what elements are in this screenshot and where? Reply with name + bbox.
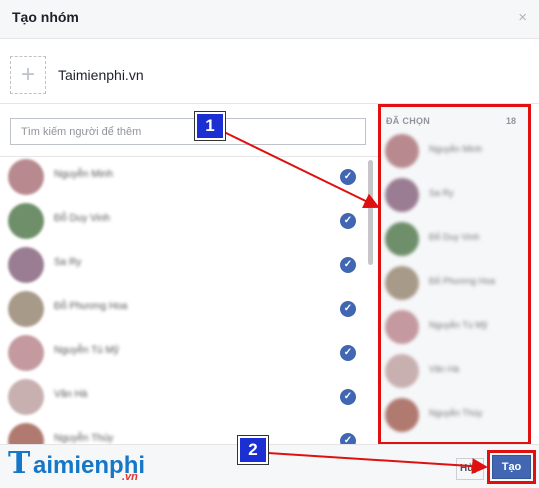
callout-2: 2 (238, 436, 268, 464)
plus-icon: + (20, 61, 35, 88)
people-list-item[interactable]: Đỗ Phương Hoa ✓ (0, 287, 370, 331)
avatar (8, 335, 44, 371)
avatar (8, 203, 44, 239)
people-list-item[interactable]: Văn Hà ✓ (0, 375, 370, 419)
people-list-item[interactable]: Nguyễn Tú Mỹ ✓ (0, 331, 370, 375)
person-name: Đỗ Duy Vinh (54, 213, 110, 224)
people-list-item[interactable]: Đỗ Duy Vinh ✓ (0, 199, 370, 243)
checkmark-icon[interactable]: ✓ (340, 345, 356, 361)
cancel-button[interactable]: Hủy (456, 458, 484, 480)
person-name: Đỗ Phương Hoa (54, 301, 128, 312)
person-name: Nguyễn Minh (54, 169, 113, 180)
person-name: Sa Ry (54, 257, 82, 268)
avatar (8, 379, 44, 415)
group-photo-button[interactable]: + (10, 56, 46, 94)
avatar (8, 291, 44, 327)
checkmark-icon[interactable]: ✓ (340, 257, 356, 273)
person-name: Văn Hà (54, 389, 88, 400)
checkmark-icon[interactable]: ✓ (340, 169, 356, 185)
logo-suffix: .vn (122, 471, 138, 483)
checkmark-icon[interactable]: ✓ (340, 301, 356, 317)
create-button-highlight (487, 450, 536, 484)
people-list-scrollbar[interactable] (368, 160, 373, 265)
checkmark-icon[interactable]: ✓ (340, 213, 356, 229)
person-name: Nguyễn Tú Mỹ (54, 345, 119, 356)
checkmark-icon[interactable]: ✓ (340, 433, 356, 444)
group-name-field[interactable]: Taimienphi.vn (58, 67, 144, 83)
avatar (8, 247, 44, 283)
selected-panel-highlight (378, 104, 531, 445)
avatar (8, 159, 44, 195)
avatar (8, 423, 44, 444)
people-list-item[interactable]: Sa Ry ✓ (0, 243, 370, 287)
people-list-item[interactable]: Nguyễn Minh ✓ (0, 157, 370, 199)
close-icon[interactable]: × (518, 9, 527, 26)
search-people-input[interactable] (10, 118, 366, 145)
dialog-title: Tạo nhóm (12, 9, 79, 25)
people-list-item[interactable]: Nguyễn Thúy ✓ (0, 419, 370, 444)
person-name: Nguyễn Thúy (54, 433, 114, 444)
callout-1: 1 (195, 112, 225, 140)
dialog-header (0, 0, 539, 39)
checkmark-icon[interactable]: ✓ (340, 389, 356, 405)
logo-initial: T (8, 446, 31, 481)
people-list[interactable]: Nguyễn Minh ✓ Đỗ Duy Vinh ✓ Sa Ry ✓ Đỗ Phương … (0, 157, 375, 444)
